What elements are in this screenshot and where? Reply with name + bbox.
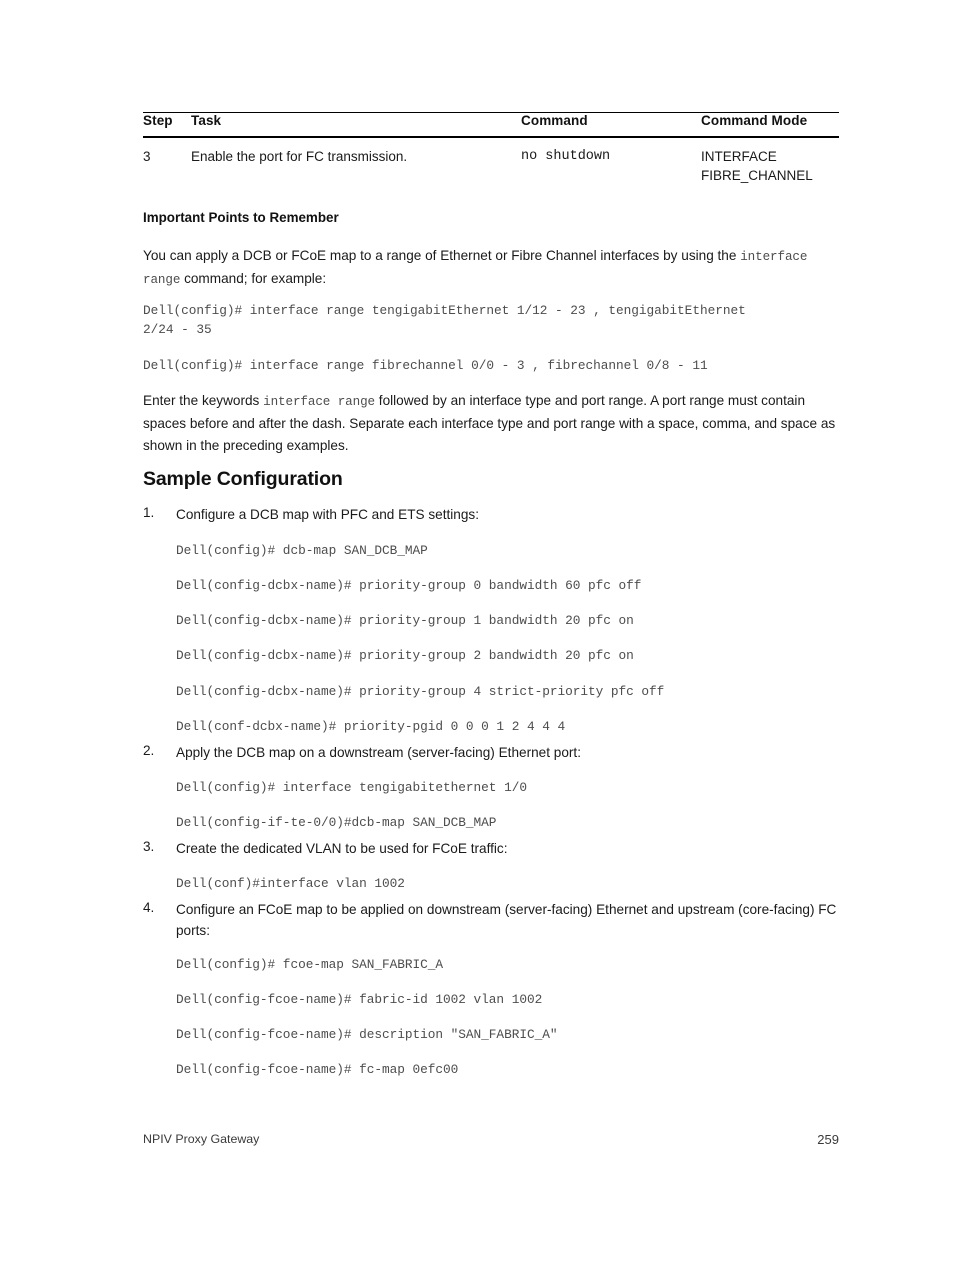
code-line: Dell(config-fcoe-name)# fc-map 0efc00 [176, 1062, 459, 1077]
cell-task: Enable the port for FC transmission. [191, 149, 408, 164]
column-header-task: Task [191, 113, 222, 128]
procedure-table: Step Task Command Command Mode 3 Enable … [143, 112, 839, 185]
code-block-interface-range-ethernet: Dell(config)# interface range tengigabit… [143, 303, 746, 338]
paragraph-text-b-head: Enter the keywords [143, 393, 260, 408]
list-item-text: Configure a DCB map with PFC and ETS set… [176, 507, 479, 522]
list-item: 3. Create the dedicated VLAN to be used … [143, 839, 839, 860]
paragraph-text-a-tail: command; for example: [184, 270, 327, 286]
list-item-number: 3. [143, 839, 155, 854]
code-block-interface-range-fibrechannel: Dell(config)# interface range fibrechann… [143, 358, 708, 373]
list-item-text: Create the dedicated VLAN to be used for… [176, 841, 508, 856]
column-header-command: Command [521, 113, 588, 128]
list-item: 2. Apply the DCB map on a downstream (se… [143, 743, 839, 764]
document-page: Step Task Command Command Mode 3 Enable … [143, 0, 839, 1268]
table-row: 3 Enable the port for FC transmission. n… [143, 137, 839, 185]
list-item-text: Apply the DCB map on a downstream (serve… [176, 745, 581, 760]
code-line: Dell(config-if-te-0/0)#dcb-map SAN_DCB_M… [176, 815, 497, 830]
cell-step: 3 [143, 149, 151, 164]
code-line: Dell(config-fcoe-name)# fabric-id 1002 v… [176, 992, 543, 1007]
important-points-heading: Important Points to Remember [143, 210, 339, 225]
paragraph-text-a: You can apply a DCB or FCoE map to a ran… [143, 248, 737, 263]
column-header-step: Step [143, 113, 173, 128]
code-line: Dell(config-dcbx-name)# priority-group 4… [176, 684, 665, 699]
footer-page-number: 259 [817, 1132, 839, 1147]
code-line: Dell(config-fcoe-name)# description "SAN… [176, 1027, 558, 1042]
sample-configuration-heading: Sample Configuration [143, 468, 343, 490]
cell-command: no shutdown [521, 149, 611, 164]
list-item-number: 1. [143, 505, 155, 520]
code-line: Dell(config-dcbx-name)# priority-group 2… [176, 648, 634, 663]
code-line: Dell(config-dcbx-name)# priority-group 1… [176, 613, 634, 628]
column-header-command-mode: Command Mode [701, 113, 808, 128]
code-line: Dell(config)# interface tengigabitethern… [176, 780, 527, 795]
important-points-paragraph-2: Enter the keywords interface range follo… [143, 390, 839, 457]
list-item-number: 4. [143, 900, 155, 915]
code-line: Dell(conf-dcbx-name)# priority-pgid 0 0 … [176, 719, 566, 734]
list-item-text: Configure an FCoE map to be applied on d… [176, 902, 837, 938]
code-line: Dell(config-dcbx-name)# priority-group 0… [176, 578, 642, 593]
code-line: Dell(conf)#interface vlan 1002 [176, 876, 405, 891]
code-line: Dell(config)# fcoe-map SAN_FABRIC_A [176, 957, 444, 972]
list-item: 4. Configure an FCoE map to be applied o… [143, 900, 839, 941]
code-line: Dell(config)# dcb-map SAN_DCB_MAP [176, 543, 428, 558]
important-points-paragraph-1: You can apply a DCB or FCoE map to a ran… [143, 245, 839, 290]
list-item: 1. Configure a DCB map with PFC and ETS … [143, 505, 839, 526]
inline-code-interface-range-2: interface range [263, 395, 376, 409]
cell-command-mode: INTERFACE FIBRE_CHANNEL [701, 149, 813, 184]
list-item-number: 2. [143, 743, 155, 758]
footer-chapter-title: NPIV Proxy Gateway [143, 1132, 260, 1146]
table-header-row: Step Task Command Command Mode [143, 112, 839, 137]
